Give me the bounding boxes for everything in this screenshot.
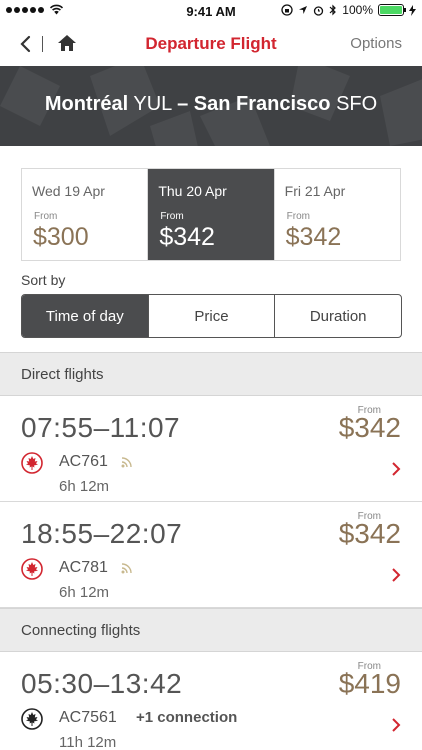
location-icon — [299, 6, 308, 14]
origin-city: Montréal — [44, 93, 129, 115]
flight-duration: 6h 12m — [59, 478, 110, 495]
flight-row[interactable]: 07:55–11:07 AC761 6h 12m From $342 — [0, 396, 422, 502]
section-header-connecting: Connecting flights — [0, 608, 422, 652]
route-dash: – — [177, 93, 189, 115]
charging-icon — [409, 4, 416, 16]
flight-times: 07:55–11:07 — [21, 412, 181, 443]
options-button[interactable]: Options — [350, 35, 402, 52]
date-label: Thu 20 Apr — [158, 183, 227, 199]
wifi-available-icon — [121, 457, 132, 468]
battery-icon — [378, 4, 406, 16]
route-banner: Montréal YUL – San Francisco SFO — [0, 66, 422, 146]
battery-percent: 100% — [342, 3, 373, 17]
sort-duration[interactable]: Duration — [275, 295, 401, 337]
nav-divider — [42, 36, 43, 52]
section-header-direct: Direct flights — [0, 352, 422, 396]
bluetooth-icon — [329, 4, 337, 16]
section-title: Connecting flights — [21, 622, 141, 639]
sort-time-of-day[interactable]: Time of day — [22, 295, 149, 337]
from-label: From — [160, 211, 184, 222]
flight-times: 05:30–13:42 — [21, 668, 183, 699]
date-price: $300 — [33, 223, 89, 251]
connection-count: +1 connection — [136, 709, 238, 726]
flight-number: AC781 — [59, 559, 108, 576]
status-right: 100% — [281, 3, 416, 17]
alarm-icon — [314, 5, 324, 16]
date-label: Wed 19 Apr — [32, 183, 105, 199]
date-price: $342 — [159, 223, 215, 251]
date-option-fri[interactable]: Fri 21 Apr From $342 — [274, 169, 400, 260]
flight-price: $419 — [338, 668, 401, 699]
air-canada-logo-icon — [21, 558, 43, 580]
date-option-wed[interactable]: Wed 19 Apr From $300 — [22, 169, 149, 260]
from-label: From — [34, 211, 58, 222]
chevron-right-icon — [392, 462, 401, 476]
flight-price: $342 — [338, 518, 401, 549]
home-icon[interactable] — [56, 33, 78, 53]
chevron-right-icon — [392, 568, 401, 582]
wifi-available-icon — [121, 563, 132, 574]
sort-label: Sort by — [21, 272, 66, 288]
nav-bar: Departure Flight Options — [0, 22, 422, 66]
flight-row[interactable]: 05:30–13:42 AC7561 +1 connection 11h 12m… — [0, 652, 422, 750]
flight-times: 18:55–22:07 — [21, 518, 183, 549]
route-title: Montréal YUL – San Francisco SFO — [0, 93, 422, 116]
chevron-right-icon — [392, 718, 401, 732]
air-canada-logo-icon — [21, 452, 43, 474]
date-selector: Wed 19 Apr From $300 Thu 20 Apr From $34… — [21, 168, 401, 261]
date-price: $342 — [285, 223, 342, 251]
flight-duration: 11h 12m — [59, 734, 117, 750]
flight-number: AC7561 — [59, 709, 117, 726]
flight-duration: 6h 12m — [59, 584, 110, 601]
flight-number: AC761 — [59, 453, 108, 470]
orientation-lock-icon — [281, 4, 293, 16]
sort-segmented-control: Time of day Price Duration — [21, 294, 402, 338]
date-label: Fri 21 Apr — [284, 183, 346, 199]
from-label: From — [286, 211, 310, 222]
origin-code: YUL — [133, 93, 172, 115]
sort-price[interactable]: Price — [149, 295, 276, 337]
partner-airline-logo-icon — [21, 708, 43, 730]
back-icon[interactable] — [18, 34, 34, 54]
flight-price: $342 — [338, 412, 401, 443]
flight-row[interactable]: 18:55–22:07 AC781 6h 12m From $342 — [0, 502, 422, 608]
destination-code: SFO — [336, 93, 378, 115]
section-title: Direct flights — [21, 366, 104, 383]
date-option-thu[interactable]: Thu 20 Apr From $342 — [148, 169, 275, 260]
destination-city: San Francisco — [193, 93, 331, 115]
status-bar: 9:41 AM 100% — [0, 0, 422, 22]
